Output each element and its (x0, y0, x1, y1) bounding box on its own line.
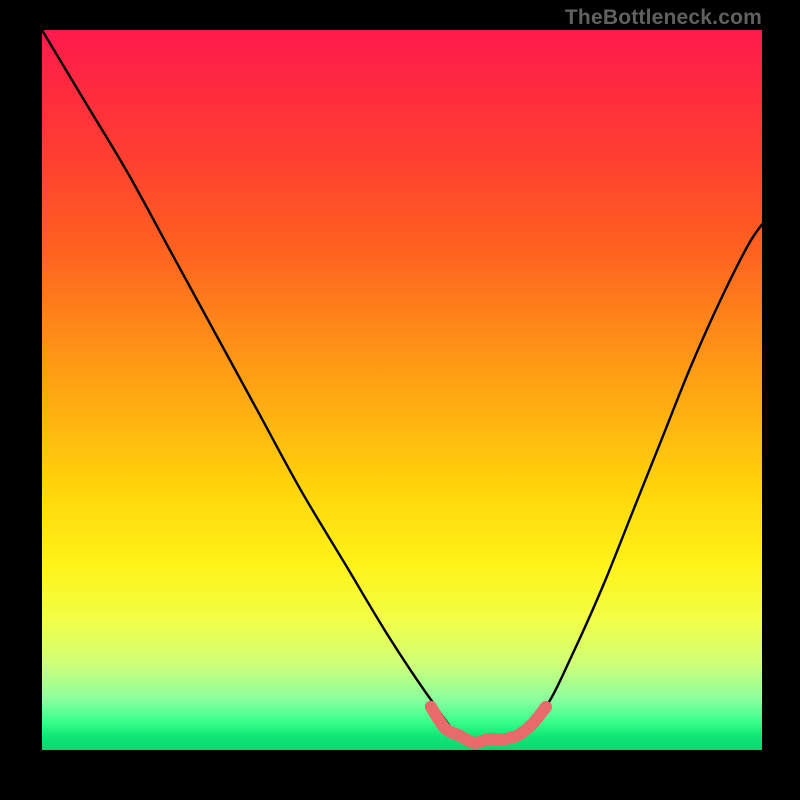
attribution-text: TheBottleneck.com (565, 6, 762, 30)
chart-gradient-background (42, 30, 762, 750)
chart-frame: TheBottleneck.com (0, 0, 800, 800)
